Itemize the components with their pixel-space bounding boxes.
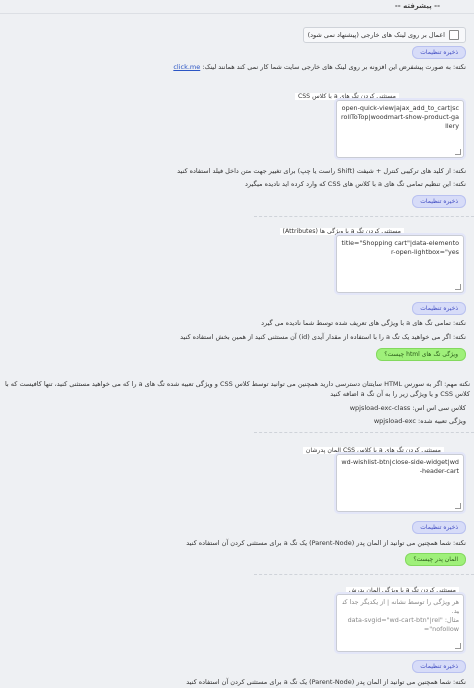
attributes-textarea[interactable]: title="Shopping cart"|data-elementor-ope… xyxy=(336,235,464,293)
save-button-5[interactable]: ذخیره تنظیمات xyxy=(412,660,466,673)
resize-handle-icon[interactable] xyxy=(455,503,461,509)
save-button-1[interactable]: ذخیره تنظیمات xyxy=(412,46,466,59)
parent-class-textarea[interactable]: wd-wishlist-btn|close-side-widget|wd-hea… xyxy=(336,454,464,512)
parent-class-note: نکته: شما همچنین می توانید از المان پدر … xyxy=(186,539,466,547)
example-link[interactable]: click.me xyxy=(173,63,200,71)
parent-attr-textarea[interactable]: هر ویژگی را توسط نشانه | از یکدیگر جدا ک… xyxy=(336,594,464,652)
external-links-note: نکته: به صورت پیشفرض این افزونه بر روی ل… xyxy=(173,63,466,71)
parent-class-title: مستثنی کردن تگ های a با کلاس CSS المان پ… xyxy=(302,447,444,454)
resize-handle-icon[interactable] xyxy=(455,643,461,649)
resize-handle-icon[interactable] xyxy=(455,149,461,155)
save-button-2[interactable]: ذخیره تنظیمات xyxy=(412,195,466,208)
css-class-note-1: نکته: از کلید های ترکیبی کنترل + شیفت (S… xyxy=(177,167,466,175)
section-title: -- پیشرفته -- xyxy=(394,2,440,10)
external-links-label: اعمال بر روی لینک های خارجی (پیشنهاد نمی… xyxy=(307,31,445,39)
attributes-note-2: نکته: اگر می خواهید یک تگ a را با استفاد… xyxy=(180,333,466,341)
parent-attr-title: مستثنی کردن تگ a با ویژگی المان پدرش xyxy=(345,587,459,594)
html-attributes-help-button[interactable]: ویژگی تگ های html چیست؟ xyxy=(376,348,466,361)
divider xyxy=(254,574,474,575)
exclude-class-value: wpjsload-exc-class xyxy=(349,404,411,412)
exclude-attr-row: ویژگی تعبیه شده: wpjsload-exc xyxy=(374,417,466,425)
css-class-textarea-value: open-quick-view|ajax_add_to_cart|scrollT… xyxy=(341,104,459,130)
parent-class-textarea-value: wd-wishlist-btn|close-side-widget|wd-hea… xyxy=(341,458,459,475)
external-links-toggle[interactable]: اعمال بر روی لینک های خارجی (پیشنهاد نمی… xyxy=(302,27,466,43)
parent-attr-placeholder-1: هر ویژگی را توسط نشانه | از یکدیگر جدا ک… xyxy=(342,598,460,615)
divider xyxy=(254,216,474,217)
external-links-checkbox[interactable] xyxy=(449,30,459,40)
external-links-note-text: نکته: به صورت پیشفرض این افزونه بر روی ل… xyxy=(202,63,466,71)
save-button-4[interactable]: ذخیره تنظیمات xyxy=(412,521,466,534)
resize-handle-icon[interactable] xyxy=(455,284,461,290)
exclude-class-row: کلاس سی اس اس: wpjsload-exc-class xyxy=(350,404,466,412)
parent-attr-placeholder-2: مثال: "data-svgid="wd-cart-btn"|rel="nof… xyxy=(347,616,459,633)
exclude-class-label: کلاس سی اس اس: xyxy=(412,404,466,412)
css-class-note-2: نکته: این تنظیم تمامی تگ های a با کلاس ه… xyxy=(245,180,466,188)
css-class-title: مستثنی کردن تگ های a با کلاس CSS xyxy=(294,93,399,100)
section-divider xyxy=(0,13,474,14)
attributes-note-1: نکته: تمامی تگ های a با ویژگی های تعریف … xyxy=(261,319,466,327)
parent-attr-note: نکته: شما همچنین می توانید از المان پدر … xyxy=(186,678,466,686)
divider xyxy=(254,432,474,433)
parent-node-help-button[interactable]: المان پدر چیست؟ xyxy=(405,553,466,566)
attributes-textarea-value: title="Shopping cart"|data-elementor-ope… xyxy=(341,239,459,256)
html-source-note: نکته مهم: اگر به سورس HTML سایتتان دسترس… xyxy=(4,380,470,398)
exclude-attr-label: ویژگی تعبیه شده: xyxy=(418,417,466,425)
exclude-attr-value: wpjsload-exc xyxy=(373,417,416,425)
attributes-title: مستثنی کردن تگ a با ویژگی ها (Attributes… xyxy=(279,228,404,235)
css-class-textarea[interactable]: open-quick-view|ajax_add_to_cart|scrollT… xyxy=(336,100,464,158)
save-button-3[interactable]: ذخیره تنظیمات xyxy=(412,302,466,315)
